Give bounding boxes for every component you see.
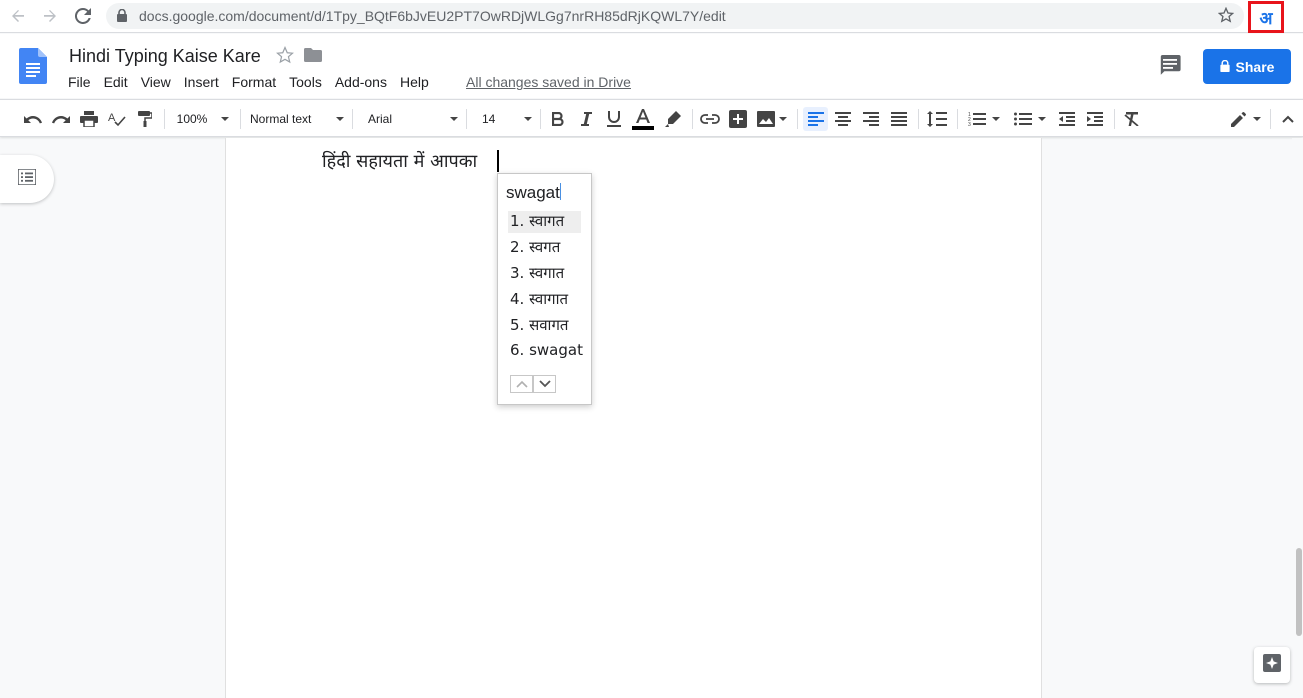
chevron-down-icon	[524, 117, 532, 121]
bulleted-list-icon[interactable]	[1011, 108, 1049, 130]
hindi-input-extension-button[interactable]: अ	[1248, 1, 1284, 33]
formatting-toolbar: A 100% Normal text Arial 14 1 2 3	[0, 99, 1303, 137]
align-center-icon[interactable]	[832, 108, 854, 130]
menu-edit[interactable]: Edit	[104, 74, 134, 90]
document-title[interactable]: Hindi Typing Kaise Kare	[69, 46, 261, 67]
zoom-value: 100%	[176, 112, 208, 126]
reload-icon[interactable]	[71, 4, 95, 28]
transliteration-input[interactable]: swagat	[506, 183, 561, 203]
candidate-paging	[510, 375, 556, 393]
spellcheck-icon[interactable]: A	[106, 108, 128, 130]
explore-button[interactable]	[1254, 647, 1290, 683]
star-icon[interactable]	[276, 45, 294, 69]
candidate-item[interactable]: 6. swagat	[508, 341, 583, 363]
paragraph-style-select[interactable]: Normal text	[250, 108, 344, 130]
candidate-item[interactable]: 3. स्वगात	[508, 263, 581, 285]
font-size-select[interactable]: 14	[476, 108, 532, 130]
line-spacing-icon[interactable]	[925, 108, 949, 130]
bookmark-star-icon[interactable]	[1217, 6, 1235, 28]
chevron-down-icon	[450, 117, 458, 121]
font-size-value: 14	[482, 112, 496, 126]
docs-header: Hindi Typing Kaise Kare File Edit View I…	[0, 34, 1303, 98]
italic-icon[interactable]	[575, 108, 597, 130]
document-outline-button[interactable]	[0, 155, 54, 203]
bold-icon[interactable]	[547, 108, 569, 130]
svg-text:3: 3	[968, 122, 971, 127]
redo-icon[interactable]	[50, 108, 72, 130]
print-icon[interactable]	[78, 108, 100, 130]
docs-logo-icon[interactable]	[19, 48, 47, 89]
document-text[interactable]: हिंदी सहायता में आपका	[322, 149, 477, 173]
chevron-down-icon	[336, 117, 344, 121]
menu-help[interactable]: Help	[400, 74, 435, 90]
address-bar[interactable]: docs.google.com/document/d/1Tpy_BQtF6bJv…	[106, 3, 1244, 29]
lock-icon	[1219, 59, 1230, 75]
chevron-down-icon	[221, 117, 230, 121]
font-value: Arial	[368, 112, 393, 126]
insert-link-icon[interactable]	[699, 108, 721, 130]
candidate-item[interactable]: 5. सवागत	[508, 315, 581, 337]
chevron-down-icon	[992, 117, 1000, 121]
document-page[interactable]: हिंदी सहायता में आपका	[225, 138, 1042, 698]
increase-indent-icon[interactable]	[1084, 108, 1106, 130]
comment-history-icon[interactable]	[1158, 54, 1182, 81]
share-label: Share	[1235, 58, 1275, 75]
transliteration-popup: swagat 1. स्वागत 2. स्वगत 3. स्वगात 4. स…	[497, 173, 592, 405]
menu-file[interactable]: File	[68, 74, 97, 90]
candidate-item[interactable]: 4. स्वागात	[508, 289, 581, 311]
menu-insert[interactable]: Insert	[184, 74, 225, 90]
align-right-icon[interactable]	[860, 108, 882, 130]
menu-view[interactable]: View	[141, 74, 177, 90]
zoom-select[interactable]: 100%	[174, 108, 232, 130]
insert-comment-icon[interactable]	[727, 108, 749, 130]
text-color-icon[interactable]	[631, 108, 655, 130]
menu-format[interactable]: Format	[232, 74, 282, 90]
save-status-link[interactable]: All changes saved in Drive	[466, 74, 631, 90]
scrollbar[interactable]	[1292, 138, 1303, 685]
chevron-down-icon	[779, 117, 787, 121]
insert-image-icon[interactable]	[755, 108, 789, 130]
chevron-down-icon	[1253, 117, 1261, 121]
url-text: docs.google.com/document/d/1Tpy_BQtF6bJv…	[139, 8, 726, 24]
browser-toolbar: docs.google.com/document/d/1Tpy_BQtF6bJv…	[0, 0, 1303, 33]
align-justify-icon[interactable]	[888, 108, 910, 130]
numbered-list-icon[interactable]: 123	[965, 108, 1003, 130]
editing-mode-icon[interactable]	[1228, 108, 1264, 130]
candidate-item[interactable]: 1. स्वागत	[508, 211, 581, 233]
chevron-down-icon	[1038, 117, 1046, 121]
move-to-folder-icon[interactable]	[304, 48, 322, 67]
clear-formatting-icon[interactable]	[1121, 108, 1143, 130]
decrease-indent-icon[interactable]	[1056, 108, 1078, 130]
undo-icon[interactable]	[22, 108, 44, 130]
share-button[interactable]: Share	[1203, 49, 1291, 84]
lock-icon	[117, 8, 127, 27]
menu-addons[interactable]: Add-ons	[335, 74, 393, 90]
highlight-color-icon[interactable]	[662, 108, 684, 130]
text-cursor	[497, 150, 499, 172]
collapse-toolbar-icon[interactable]	[1278, 108, 1298, 130]
menu-tools[interactable]: Tools	[289, 74, 328, 90]
outline-icon	[17, 167, 37, 190]
explore-icon	[1263, 653, 1281, 677]
paint-format-icon[interactable]	[134, 108, 156, 130]
align-left-icon[interactable]	[803, 107, 828, 131]
chevron-up-icon[interactable]	[510, 375, 533, 393]
forward-icon[interactable]	[38, 4, 62, 28]
scroll-thumb[interactable]	[1296, 548, 1302, 636]
chevron-down-icon[interactable]	[533, 375, 556, 393]
paragraph-style-value: Normal text	[250, 112, 312, 126]
back-icon[interactable]	[6, 4, 30, 28]
transliteration-input-text: swagat	[506, 183, 560, 202]
extension-label: अ	[1259, 8, 1273, 29]
menubar: File Edit View Insert Format Tools Add-o…	[68, 74, 442, 90]
font-select[interactable]: Arial	[362, 108, 458, 130]
candidate-item[interactable]: 2. स्वगत	[508, 237, 581, 259]
underline-icon[interactable]	[603, 108, 625, 130]
